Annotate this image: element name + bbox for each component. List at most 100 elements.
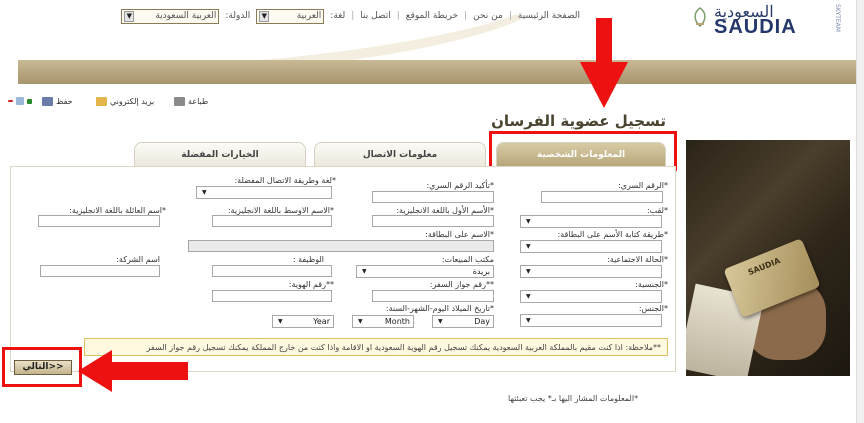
label-passport: **رقم جواز السفر: [429,280,494,289]
logo-english-text: SAUDIA [714,16,797,38]
card-name-method-select[interactable]: ▼ [520,240,662,253]
company-field[interactable] [40,265,160,277]
chevron-down-icon: ▼ [124,10,135,22]
nav-separator: | [351,11,355,21]
sales-office-select[interactable]: ▼ بريدة [356,265,494,278]
label-name-on-card: *الاسم على البطاقة: [425,230,494,239]
label-middle-name-en: *الاسم الاوسط باللغة الانجليزية: [227,206,334,215]
label-password: *الرقم السري: [618,181,668,190]
scrollbar[interactable] [856,0,864,423]
email-label: بريد إلكتروني [110,97,155,106]
dob-day-value: Day [474,317,490,326]
chevron-down-icon: ▼ [526,317,531,324]
card-logo-text: SAUDIA [746,256,782,278]
dob-year-value: Year [313,317,330,326]
plus-icon[interactable] [27,98,32,104]
contact-pref-select[interactable]: ▼ [196,186,332,199]
label-family-name-en: *اسم العائلة باللغة الانجليزية: [69,206,166,215]
dob-year-select[interactable]: ▼ Year [272,315,334,328]
dob-month-select[interactable]: ▼ Month [352,315,414,328]
printer-icon [174,97,185,106]
label-title: *لقب: [646,206,668,215]
passport-field[interactable] [372,290,494,302]
tab-contact-info[interactable]: معلومات الاتصال [314,142,486,166]
label-card-name-method: *طريقة كتابة الأسم على البطاقة: [557,230,668,239]
name-on-card-field[interactable] [188,240,494,252]
label-job: الوظيفة : [292,255,324,264]
country-select[interactable]: العربية السعودية ▼ [121,8,220,24]
required-fields-footnote: *المعلومات المشار اليها بـ* يجب تعبئتها [508,394,639,403]
label-sales-office: مكتب المبيعات: [441,255,494,264]
nav-separator: | [508,11,512,21]
chevron-down-icon: ▼ [526,268,531,275]
promo-photo: SAUDIA [686,140,850,376]
password-field[interactable] [541,191,663,203]
minus-icon[interactable] [8,100,13,102]
chevron-down-icon: ▼ [362,268,367,275]
email-icon [96,97,107,106]
top-nav: الصفحة الرئيسية | من نحن | خريطة الموقع … [60,6,580,26]
chevron-down-icon: ▼ [259,10,270,22]
label-contact-pref: *لغة وطريقة الاتصال المفضلة: [234,176,336,185]
gender-select[interactable]: ▼ [520,314,662,327]
email-button[interactable]: بريد إلكتروني [96,97,154,106]
dob-day-select[interactable]: ▼ Day [432,315,494,328]
id-number-field[interactable] [212,290,332,302]
marital-status-select[interactable]: ▼ [520,265,662,278]
label-company: اسم الشركة: [116,255,160,264]
red-arrow-down-icon [580,18,628,108]
page: الصفحة الرئيسية | من نحن | خريطة الموقع … [0,0,864,423]
saudia-logo[interactable]: السعودية SAUDIA SKYTEAM [690,2,860,42]
title-select[interactable]: ▼ [520,215,662,228]
chevron-down-icon: ▼ [438,318,443,325]
nav-sitemap-link[interactable]: خريطة الموقع [406,11,458,21]
expand-buttons[interactable] [8,97,32,105]
nav-home-link[interactable]: الصفحة الرئيسية [518,11,580,21]
country-label: الدولة: [225,11,251,21]
text-size-icon[interactable] [16,97,24,105]
label-dob: *تاريخ الميلاد اليوم-الشهر-السنة: [385,304,494,313]
nav-about-link[interactable]: من نحن [473,11,503,21]
page-title: تسجيل عضوية الفرسان [491,112,666,130]
save-icon [42,97,53,106]
country-value: العربية السعودية [155,11,217,21]
skyteam-label: SKYTEAM [834,4,841,32]
chevron-down-icon: ▼ [278,318,283,325]
print-label: طباعة [188,97,209,106]
chevron-down-icon: ▼ [202,189,207,196]
highlight-box-next [2,347,82,387]
chevron-down-icon: ▼ [358,318,363,325]
nav-separator: | [396,11,400,21]
label-marital-status: *الحالة الاجتماعية: [607,255,668,264]
toolbar: حفظ بريد إلكتروني طباعة [8,97,228,113]
chevron-down-icon: ▼ [526,218,531,225]
label-nationality: *الجنسية: [635,280,668,289]
save-button[interactable]: حفظ [42,97,73,106]
nav-separator: | [464,11,468,21]
confirm-password-field[interactable] [372,191,494,203]
tab-preferences[interactable]: الخيارات المفضلة [134,142,306,166]
nav-contact-link[interactable]: اتصل بنا [360,11,390,21]
sales-office-value: بريدة [472,267,490,276]
family-name-en-field[interactable] [38,215,160,227]
header-banner [18,60,864,84]
first-name-en-field[interactable] [372,215,494,227]
job-field[interactable] [212,265,332,277]
save-label: حفظ [56,97,73,106]
label-first-name-en: *الأسم الأول باللغة الانجليزية: [396,206,494,215]
label-gender: *الجنس: [638,304,668,313]
print-button[interactable]: طباعة [174,97,208,106]
language-label: لغة: [330,11,346,21]
red-arrow-left-icon [78,350,188,392]
chevron-down-icon: ▼ [526,293,531,300]
label-confirm-password: *تأكيد الرقم السري: [426,181,494,190]
label-id-number: **رقم الهوية: [288,280,334,289]
language-select[interactable]: العربية ▼ [256,8,325,24]
saudia-emblem-icon [694,7,706,27]
chevron-down-icon: ▼ [526,243,531,250]
dob-month-value: Month [384,317,410,326]
middle-name-en-field[interactable] [212,215,332,227]
language-value: العربية [296,11,322,21]
nationality-select[interactable]: ▼ [520,290,662,303]
highlight-box-tab [489,131,677,171]
